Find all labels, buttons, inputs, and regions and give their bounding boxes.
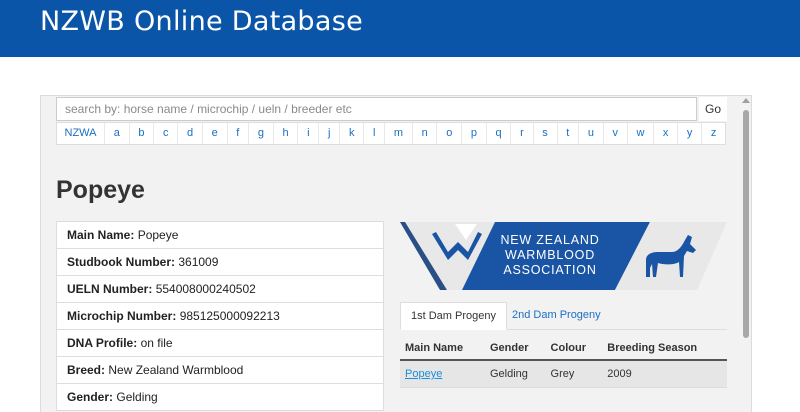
- search-row: Go: [56, 97, 727, 121]
- detail-value: Gelding: [116, 390, 158, 404]
- detail-row-ueln-number: UELN Number: 554008000240502: [56, 275, 384, 303]
- detail-row-dna-profile: DNA Profile: on file: [56, 329, 384, 357]
- detail-label: Microchip Number:: [67, 309, 177, 323]
- letter-filter-o[interactable]: o: [437, 123, 463, 144]
- detail-row-gender: Gender: Gelding: [56, 383, 384, 411]
- letter-filter-w[interactable]: w: [628, 123, 655, 144]
- detail-label: UELN Number:: [67, 282, 153, 296]
- letter-filter-r[interactable]: r: [511, 123, 534, 144]
- vertical-scrollbar[interactable]: [742, 98, 750, 338]
- letter-filter-d[interactable]: d: [178, 123, 203, 144]
- detail-label: DNA Profile:: [67, 336, 138, 350]
- progeny-tabs: 1st Dam Progeny 2nd Dam Progeny: [400, 302, 727, 330]
- column-header-breeding-season: Breeding Season: [602, 336, 727, 361]
- letter-filter-e[interactable]: e: [203, 123, 228, 144]
- progeny-name-link[interactable]: Popeye: [405, 368, 442, 380]
- letter-filter-n[interactable]: n: [413, 123, 438, 144]
- letter-filter-i[interactable]: i: [298, 123, 320, 144]
- column-header-colour: Colour: [545, 336, 603, 361]
- letter-filter-v[interactable]: v: [604, 123, 628, 144]
- detail-label: Studbook Number:: [67, 255, 175, 269]
- tab-2nd-dam-progeny[interactable]: 2nd Dam Progeny: [502, 302, 611, 330]
- table-header-row: Main Name Gender Colour Breeding Season: [400, 336, 727, 361]
- cell-main-name: Popeye: [400, 360, 485, 388]
- detail-row-main-name: Main Name: Popeye: [56, 221, 384, 249]
- logo-line-1: NEW ZEALAND: [500, 233, 599, 247]
- horse-name-heading: Popeye: [56, 176, 145, 204]
- progeny-table: Main Name Gender Colour Breeding Season …: [400, 336, 727, 388]
- letter-filter-f[interactable]: f: [228, 123, 250, 144]
- alphabet-filter-bar: NZWA a b c d e f g h i j k l m n o p q r…: [56, 122, 726, 145]
- cell-breeding-season: 2009: [602, 360, 727, 388]
- detail-value: 985125000092213: [179, 309, 280, 323]
- letter-filter-k[interactable]: k: [340, 123, 365, 144]
- letter-filter-nzwa[interactable]: NZWA: [57, 123, 105, 144]
- letter-filter-t[interactable]: t: [558, 123, 580, 144]
- scroll-up-arrow-icon[interactable]: [742, 98, 750, 103]
- detail-label: Main Name:: [67, 228, 135, 242]
- cell-colour: Grey: [545, 360, 603, 388]
- detail-value: New Zealand Warmblood: [108, 363, 244, 377]
- detail-value: Popeye: [137, 228, 179, 242]
- letter-filter-b[interactable]: b: [130, 123, 155, 144]
- letter-filter-j[interactable]: j: [319, 123, 341, 144]
- letter-filter-s[interactable]: s: [534, 123, 558, 144]
- column-header-main-name: Main Name: [400, 336, 485, 361]
- site-title: NZWB Online Database: [40, 6, 363, 37]
- tab-1st-dam-progeny[interactable]: 1st Dam Progeny: [400, 302, 507, 330]
- detail-row-studbook-number: Studbook Number: 361009: [56, 248, 384, 276]
- detail-value: on file: [140, 336, 173, 350]
- go-button[interactable]: Go: [699, 97, 727, 121]
- nzwa-logo: NEW ZEALAND WARMBLOOD ASSOCIATION: [400, 222, 727, 290]
- letter-filter-m[interactable]: m: [385, 123, 413, 144]
- letter-filter-x[interactable]: x: [654, 123, 679, 144]
- search-input[interactable]: [56, 97, 697, 121]
- letter-filter-y[interactable]: y: [678, 123, 703, 144]
- logo-line-2: WARMBLOOD: [505, 248, 595, 262]
- letter-filter-q[interactable]: q: [487, 123, 512, 144]
- horse-details-list: Main Name: Popeye Studbook Number: 36100…: [56, 221, 384, 411]
- letter-filter-p[interactable]: p: [462, 123, 487, 144]
- letter-filter-h[interactable]: h: [274, 123, 299, 144]
- detail-label: Gender:: [67, 390, 114, 404]
- table-row: Popeye Gelding Grey 2009: [400, 360, 727, 388]
- letter-filter-z[interactable]: z: [702, 123, 725, 144]
- detail-row-breed: Breed: New Zealand Warmblood: [56, 356, 384, 384]
- letter-filter-g[interactable]: g: [249, 123, 274, 144]
- scroll-thumb[interactable]: [743, 110, 749, 338]
- letter-filter-l[interactable]: l: [364, 123, 386, 144]
- column-header-gender: Gender: [484, 336, 546, 361]
- detail-value: 554008000240502: [155, 282, 256, 296]
- top-banner: NZWB Online Database: [0, 0, 800, 57]
- content-panel: Go NZWA a b c d e f g h i j k l m n o p …: [40, 95, 752, 412]
- cell-gender: Gelding: [484, 360, 546, 388]
- detail-row-microchip-number: Microchip Number: 985125000092213: [56, 302, 384, 330]
- detail-label: Breed:: [67, 363, 106, 377]
- detail-value: 361009: [178, 255, 219, 269]
- letter-filter-c[interactable]: c: [154, 123, 179, 144]
- logo-line-3: ASSOCIATION: [503, 263, 596, 277]
- letter-filter-u[interactable]: u: [579, 123, 604, 144]
- letter-filter-a[interactable]: a: [105, 123, 130, 144]
